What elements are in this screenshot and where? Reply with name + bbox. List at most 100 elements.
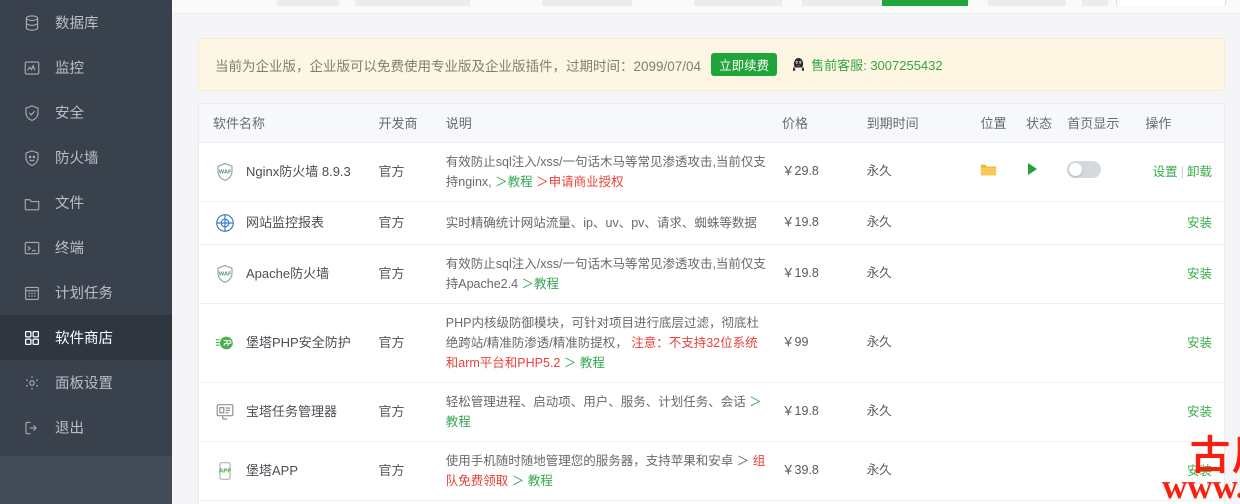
plugin-homepage-cell (1061, 303, 1140, 383)
tab-remnant[interactable] (394, 0, 470, 6)
plugin-operations: 安装 (1139, 201, 1224, 245)
plugin-expire: 永久 (860, 244, 975, 304)
tutorial-link[interactable]: ＞ 教程 (512, 474, 553, 488)
sidebar-item-logout[interactable]: 退出 (0, 405, 172, 450)
plugin-description: 实时精确统计网站流量、ip、uv、pv、请求、蜘蛛等数据 (439, 201, 776, 245)
plugin-name: Nginx防火墙 8.9.3 (246, 164, 351, 179)
tutorial-link[interactable]: ＞教程 (495, 175, 533, 189)
plugin-name-cell: 宝塔任务管理器 (199, 382, 373, 442)
commercial-license-link[interactable]: ＞申请商业授权 (536, 175, 624, 189)
sidebar-item-terminal[interactable]: 终端 (0, 225, 172, 270)
task-monitor-icon (213, 400, 237, 424)
plugin-description: 使用手机随时随地管理您的服务器，支持苹果和安卓 ＞ 组队免费领取 ＞ 教程 (439, 441, 776, 501)
plugin-developer: 官方 (372, 244, 440, 304)
plugin-name-cell: 宝塔数据同步工具 (199, 500, 373, 504)
plugin-developer: 官方 (372, 441, 440, 501)
plugin-state-cell (1020, 441, 1062, 501)
sidebar-footer (0, 456, 172, 504)
tab-active[interactable] (882, 0, 968, 6)
plugin-developer: 官方 (372, 382, 440, 442)
install-link[interactable]: 安装 (1187, 216, 1212, 230)
terminal-icon (22, 238, 42, 258)
plugin-operations: 安装 (1139, 500, 1224, 504)
php-guard-icon (213, 331, 237, 355)
plugin-position-cell (974, 441, 1021, 501)
waf-shield-icon: WAF (213, 160, 237, 184)
play-start-icon[interactable] (1026, 162, 1039, 176)
plugin-expire: 永久 (860, 441, 975, 501)
open-folder-icon[interactable] (980, 162, 997, 177)
plugin-state-cell (1020, 382, 1062, 442)
description-text: 实时精确统计网站流量、ip、uv、pv、请求、蜘蛛等数据 (445, 215, 757, 230)
tab-remnant[interactable] (802, 0, 888, 6)
tab-remnant[interactable] (542, 0, 632, 6)
sidebar-item-label: 监控 (55, 61, 84, 77)
calendar-icon (22, 283, 42, 303)
license-notice-text: 当前为企业版，企业版可以免费使用专业版及企业版插件，过期时间：2099/07/0… (215, 58, 702, 74)
database-icon (22, 13, 42, 33)
col-header-price: 价格 (776, 104, 861, 143)
sidebar-item-panel-settings[interactable]: 面板设置 (0, 360, 172, 405)
renew-now-button[interactable]: 立即续费 (711, 53, 778, 76)
tab-remnant[interactable] (694, 0, 782, 6)
plugin-price: ￥19.8 (776, 244, 861, 304)
sidebar-item-app-store[interactable]: 软件商店 (0, 315, 172, 360)
plugin-list-container: 软件名称 开发商 说明 价格 到期时间 位置 状态 首页显示 操作 WAF Ng… (198, 103, 1225, 504)
table-row: 宝塔任务管理器 官方 轻松管理进程、启动项、用户、服务、计划任务、会话 ＞教程 (199, 382, 1224, 442)
plugin-description: 有效防止sql注入/xss/一句话木马等常见渗透攻击,当前仅支持nginx, ＞… (439, 142, 776, 202)
settings-link[interactable]: 设置 (1153, 165, 1178, 179)
install-link[interactable]: 安装 (1187, 464, 1212, 478)
tab-remnant[interactable] (988, 0, 1066, 6)
plugin-position-cell (974, 142, 1021, 202)
plugin-developer: 官方 (372, 303, 440, 383)
install-link[interactable]: 安装 (1187, 336, 1212, 350)
plugin-name-cell: WAF Nginx防火墙 8.9.3 (199, 142, 373, 202)
sidebar-item-database[interactable]: 数据库 (0, 0, 172, 45)
sidebar-item-label: 计划任务 (55, 286, 113, 302)
presale-support-link[interactable]: 售前客服: 3007255432 (791, 55, 943, 74)
logout-icon (22, 418, 42, 438)
sidebar-item-cron[interactable]: 计划任务 (0, 270, 172, 315)
plugin-table-body: WAF Nginx防火墙 8.9.3 官方 有效防止sql注入/xss/一句话木… (199, 142, 1224, 504)
search-box-remnant[interactable] (1116, 0, 1226, 7)
plugin-name-cell: WAF Apache防火墙 (199, 244, 373, 304)
col-header-state: 状态 (1020, 104, 1062, 143)
plugin-name: Apache防火墙 (246, 266, 330, 281)
waf-shield-icon: WAF (213, 262, 237, 286)
plugin-operations: 设置 | 卸载 (1139, 142, 1224, 202)
plugin-description: 基于rsync开发的数据同步工具 ＞ ＞教程 (439, 500, 776, 504)
tutorial-link[interactable]: ＞教程 (522, 277, 560, 291)
col-header-position: 位置 (974, 104, 1021, 143)
install-link[interactable]: 安装 (1187, 267, 1212, 281)
plugin-position-cell (974, 201, 1021, 245)
table-row: 堡塔PHP安全防护 官方 PHP内核级防御模块，可针对项目进行底层过滤，彻底杜绝… (199, 303, 1224, 383)
svg-text:WAF: WAF (219, 169, 231, 175)
sidebar-item-label: 数据库 (55, 16, 99, 32)
tutorial-link[interactable]: ＞ 教程 (564, 356, 605, 370)
plugin-homepage-cell (1061, 142, 1140, 202)
col-header-description: 说明 (439, 104, 776, 143)
sidebar-item-monitor[interactable]: 监控 (0, 45, 172, 90)
plugin-position-cell (974, 244, 1021, 304)
homepage-display-toggle[interactable] (1067, 160, 1102, 178)
plugin-developer: 官方 (372, 142, 440, 202)
tab-remnant[interactable] (1082, 0, 1108, 6)
table-row: 宝塔数据同步工具 官方 基于rsync开发的数据同步工具 ＞ ＞教程 ￥9.8 (199, 500, 1224, 504)
plugin-name-cell: 网站监控报表 (199, 201, 373, 245)
sidebar-item-firewall[interactable]: 防火墙 (0, 135, 172, 180)
mobile-app-icon: APP (213, 459, 237, 483)
plugin-table: 软件名称 开发商 说明 价格 到期时间 位置 状态 首页显示 操作 WAF Ng… (199, 104, 1224, 504)
plugin-operations: 安装 (1139, 303, 1224, 383)
plugin-state-cell (1020, 142, 1062, 202)
qq-penguin-icon (791, 57, 806, 73)
sidebar-item-security[interactable]: 安全 (0, 90, 172, 135)
sidebar-item-files[interactable]: 文件 (0, 180, 172, 225)
gear-icon (22, 373, 42, 393)
install-link[interactable]: 安装 (1187, 405, 1212, 419)
tab-remnant[interactable] (277, 0, 339, 6)
plugin-expire: 永久 (860, 500, 975, 504)
plugin-name: 堡塔APP (246, 463, 299, 478)
globe-target-icon (213, 211, 237, 235)
uninstall-link[interactable]: 卸载 (1187, 165, 1212, 179)
plugin-operations: 安装 (1139, 244, 1224, 304)
